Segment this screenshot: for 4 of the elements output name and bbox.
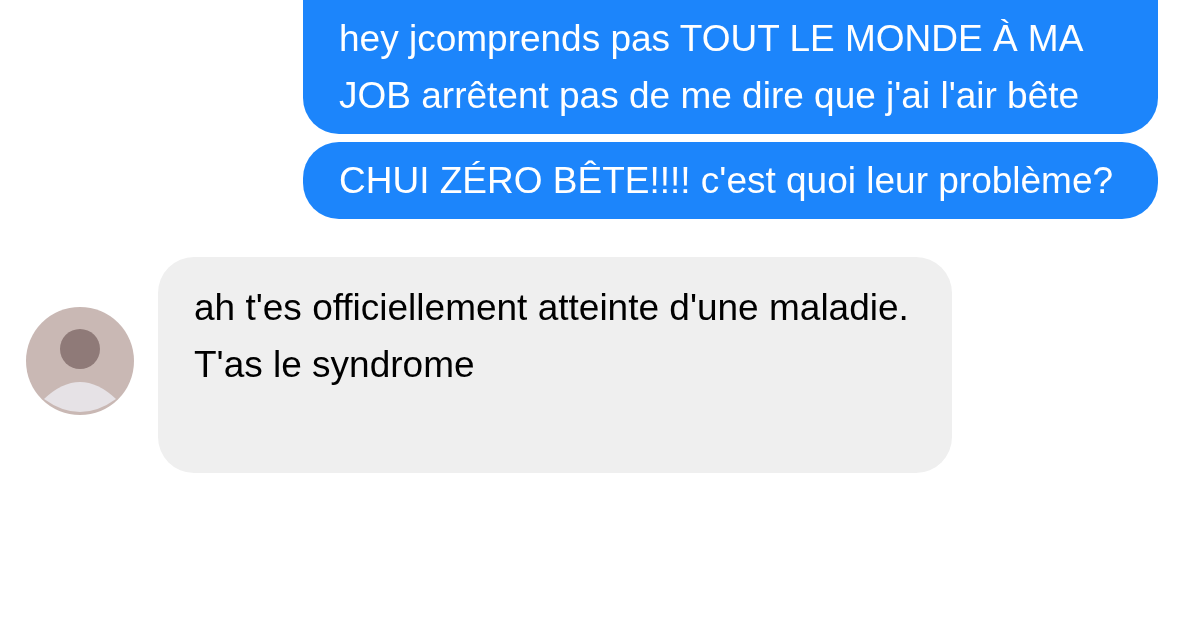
- avatar-icon: [26, 307, 134, 415]
- received-message-bubble: ah t'es officiellement atteinte d'une maladie. T'as le syndrome: [158, 257, 952, 473]
- sent-message-bubble: CHUI ZÉRO BÊTE!!!! c'est quoi leur problème?: [303, 142, 1158, 219]
- sent-message-bubble: hey jcomprends pas TOUT LE MONDE À MA JOB arrêtent pas de me dire que j'ai l'air bête: [303, 0, 1158, 134]
